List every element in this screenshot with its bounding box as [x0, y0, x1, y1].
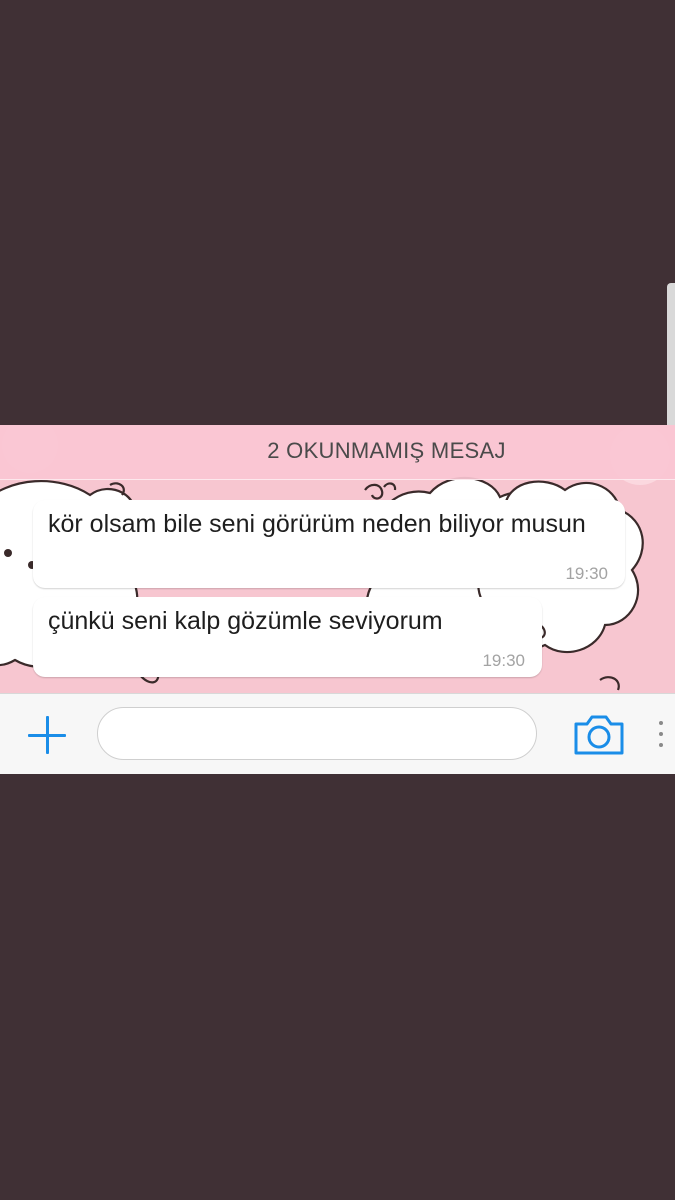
- message-timestamp: 19:30: [565, 564, 608, 583]
- camera-icon[interactable]: [572, 714, 626, 756]
- camera-icon-graphic: [574, 715, 624, 755]
- unread-messages-label: 2 OKUNMAMIŞ MESAJ: [267, 437, 506, 463]
- message-text: çünkü seni kalp gözümle seviyorum: [48, 607, 443, 635]
- unread-messages-banner: 2 OKUNMAMIŞ MESAJ: [0, 425, 675, 480]
- message-bubble[interactable]: kör olsam bile seni görürüm neden biliyo…: [33, 500, 625, 588]
- message-timestamp: 19:30: [482, 651, 525, 670]
- plus-icon[interactable]: [26, 714, 70, 758]
- chat-area: 2 OKUNMAMIŞ MESAJ kör olsam bile seni gö…: [0, 425, 675, 693]
- more-vertical-icon[interactable]: [651, 719, 671, 751]
- message-input[interactable]: [97, 707, 537, 760]
- message-composer: [0, 693, 675, 774]
- message-bubble[interactable]: çünkü seni kalp gözümle seviyorum 19:30: [33, 597, 542, 677]
- message-text: kör olsam bile seni görürüm neden biliyo…: [48, 510, 586, 538]
